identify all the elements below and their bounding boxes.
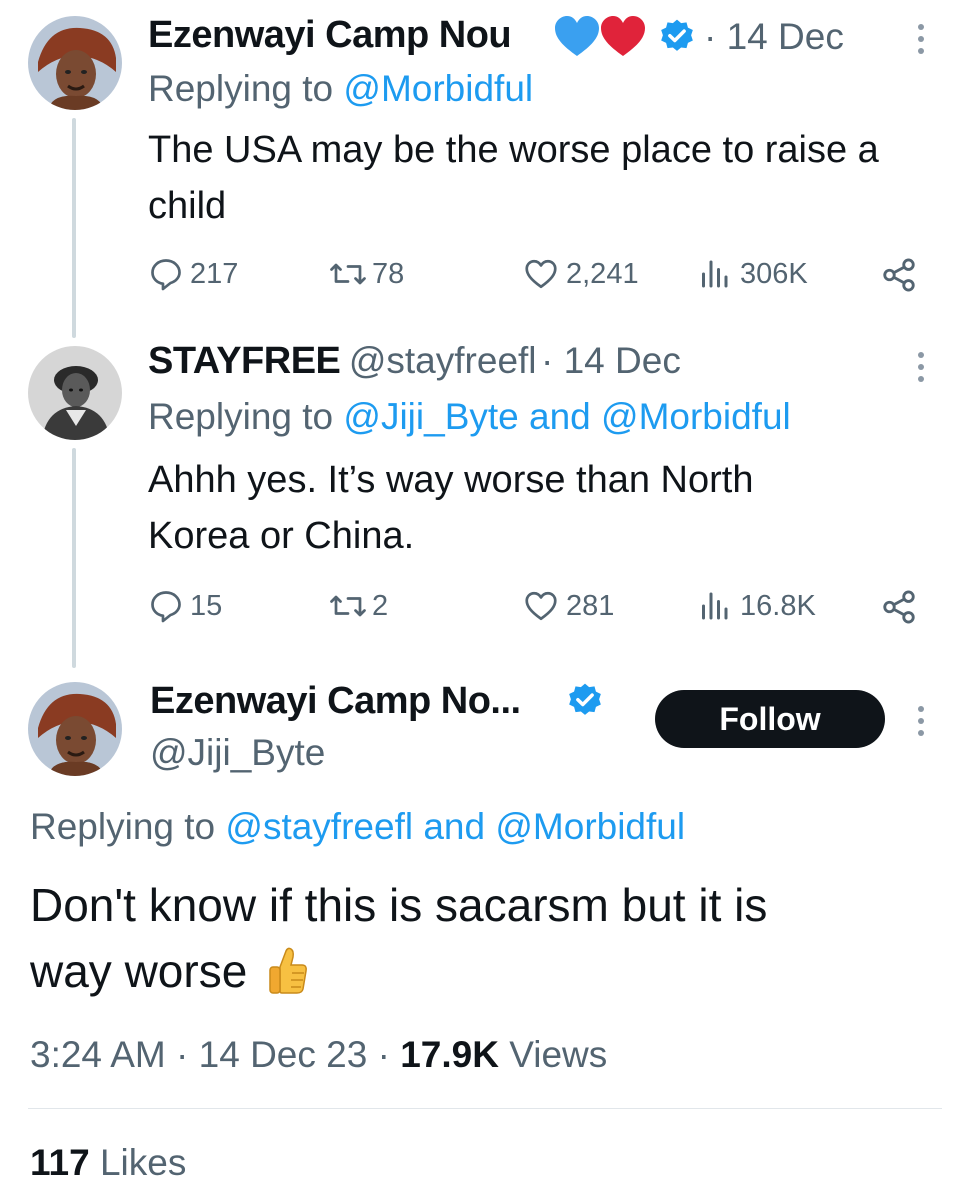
replying-prefix: Replying to [30,806,216,847]
main-tweet-text: Don't know if this is sacarsm but it is … [30,872,940,1004]
avatar-ezenwayi[interactable] [28,682,122,776]
views-count: 16.8K [740,589,816,622]
follow-button[interactable]: Follow [655,690,885,748]
retweet-icon [330,263,366,285]
user-handle[interactable]: @Jiji_Byte [150,732,325,774]
main-tweet-text-line-2: way worse [30,938,940,1004]
share-icon[interactable] [880,588,918,626]
display-name[interactable]: Ezenwayi Camp Nou [148,14,512,57]
views-button[interactable]: 306K [696,256,808,292]
tweet-meta-line: 3:24 AM · 14 Dec 23 · 17.9K Views [30,1034,607,1076]
tweet-timestamp[interactable]: · 14 Dec [704,16,844,58]
reply-button[interactable]: 15 [148,588,222,624]
reply-count: 15 [190,589,223,622]
reply-icon [151,259,181,291]
retweet-icon [330,595,366,617]
thumbs-up-icon [269,947,307,994]
tweet-2-header: STAYFREE @stayfreefl · 14 Dec [148,340,681,383]
like-count: 281 [566,589,615,622]
reply-icon [151,591,181,623]
avatar-photo [28,682,122,776]
like-button[interactable]: 281 [522,588,614,624]
likes-count: 117 [30,1142,90,1183]
tweet-text: The USA may be the worse place to raise … [148,129,879,227]
views-icon [702,260,728,288]
replying-to-link[interactable]: @stayfreefl and @Morbidful [225,806,685,847]
like-icon [525,591,557,621]
thread-line-2 [72,448,76,668]
main-tweet-text-line-1: Don't know if this is sacarsm but it is [30,879,768,931]
tweet-timestamp[interactable]: · 14 Dec [541,340,681,381]
like-icon [525,259,557,289]
display-name[interactable]: STAYFREE [148,340,341,382]
views-count: 17.9K [400,1034,499,1075]
avatar-stayfree[interactable] [28,346,122,440]
retweet-count: 2 [372,589,389,622]
avatar-photo [28,16,122,110]
tweet-date[interactable]: · 14 Dec 23 · [176,1034,390,1075]
reply-count: 217 [190,257,239,290]
more-icon[interactable] [918,24,926,60]
like-button[interactable]: 2,241 [522,256,639,292]
reply-button[interactable]: 217 [148,256,238,292]
views-count: 306K [740,257,808,290]
retweet-count: 78 [372,257,405,290]
divider [28,1108,942,1109]
thread-line-1 [72,118,76,338]
replying-to: Replying to @Jiji_Byte and @Morbidful [148,396,791,438]
more-icon[interactable] [918,352,926,388]
retweet-button[interactable]: 78 [328,256,404,292]
tweet-text: Ahhh yes. It’s way worse than North Kore… [148,452,938,564]
heart-emoji-icons [555,16,645,56]
verified-badge-icon [569,683,601,715]
avatar-photo [28,346,122,440]
replying-to-link[interactable]: @Morbidful [343,68,533,109]
like-count: 2,241 [566,257,639,290]
likes-summary[interactable]: 117 Likes [30,1142,186,1184]
replying-prefix: Replying to [148,396,334,437]
share-icon[interactable] [880,256,918,294]
tweet-text-line-2: Korea or China. [148,515,415,557]
verified-badge-icon [661,19,693,51]
retweet-button[interactable]: 2 [328,588,388,624]
avatar-ezenwayi[interactable] [28,16,122,110]
main-tweet-text-line-2-words: way worse [30,945,248,997]
display-name[interactable]: Ezenwayi Camp No... [150,680,521,723]
user-handle[interactable]: @stayfreefl [349,340,537,381]
replying-prefix: Replying to [148,68,334,109]
replying-to: Replying to @stayfreefl and @Morbidful [30,806,685,848]
more-icon[interactable] [918,706,926,742]
replying-to-link[interactable]: @Jiji_Byte and @Morbidful [343,396,790,437]
views-icon [702,592,728,620]
tweet-text-line-1: Ahhh yes. It’s way worse than North [148,459,754,501]
tweet-time[interactable]: 3:24 AM [30,1034,166,1075]
views-label: Views [509,1034,608,1075]
views-button[interactable]: 16.8K [696,588,816,624]
likes-label: Likes [99,1142,187,1183]
replying-to: Replying to @Morbidful [148,68,533,110]
